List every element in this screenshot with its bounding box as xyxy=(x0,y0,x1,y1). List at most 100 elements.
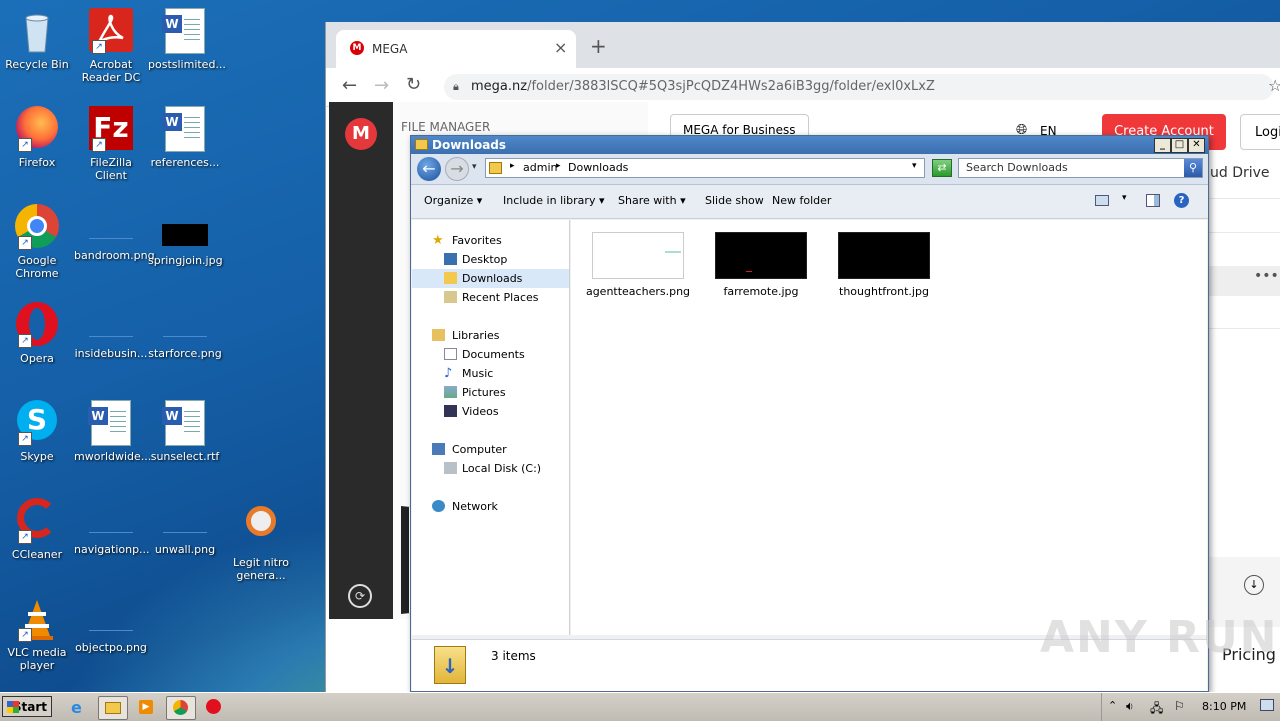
nav-downloads[interactable]: Downloads xyxy=(412,269,569,288)
url-field[interactable]: 🔒︎ mega.nz/folder/3883lSCQ#5Q3sjPcQDZ4HW… xyxy=(444,74,1274,100)
maximize-icon[interactable]: □ xyxy=(1171,138,1188,153)
close-icon[interactable]: ✕ xyxy=(1188,138,1205,153)
preview-pane-icon[interactable] xyxy=(1146,194,1160,207)
mega-logo-icon[interactable]: M xyxy=(345,118,377,150)
refresh-icon[interactable]: ⇄ xyxy=(932,159,952,177)
desktop-icon-skype[interactable]: S ↗ Skype xyxy=(0,400,74,463)
taskbar: Start e ▶ ⌃ 🔉︎ 🖧 ⚐ 8:10 PM xyxy=(0,692,1280,721)
explorer-taskbar-icon[interactable] xyxy=(98,696,128,720)
sync-icon[interactable]: ⟳ xyxy=(348,584,372,608)
nav-videos[interactable]: Videos xyxy=(412,402,569,421)
network-tray-icon[interactable]: 🖧 xyxy=(1150,699,1163,720)
bookmark-star-icon[interactable]: ☆ xyxy=(1268,76,1280,95)
nav-documents[interactable]: Documents xyxy=(412,345,569,364)
login-button[interactable]: Login xyxy=(1240,114,1280,150)
nav-music[interactable]: ♪ Music xyxy=(412,364,569,383)
desktop-icon-label: starforce.png xyxy=(148,347,222,360)
file-thumbnail xyxy=(592,232,684,279)
desktop-icon-springjoin[interactable]: springjoin.jpg xyxy=(148,204,223,267)
clock[interactable]: 8:10 PM xyxy=(1202,700,1246,713)
search-input[interactable]: Search Downloads ⚲ xyxy=(958,158,1203,178)
nav-pictures[interactable]: Pictures xyxy=(412,383,569,402)
chevron-down-icon[interactable]: ▾ xyxy=(912,161,917,171)
desktop-icon-bandroom[interactable]: bandroom.png xyxy=(74,204,155,262)
desktop-icon-unwall[interactable]: unwall.png xyxy=(148,498,222,556)
file-item-farremote[interactable]: farremote.jpg xyxy=(706,232,816,298)
back-arrow-icon[interactable]: ← xyxy=(417,157,441,181)
desktop-icon-sunselect[interactable]: W sunselect.rtf xyxy=(148,400,222,463)
desktop-icon-label: unwall.png xyxy=(154,543,216,556)
slide-show-button[interactable]: Slide show xyxy=(705,194,764,207)
help-icon[interactable]: ? xyxy=(1174,193,1189,208)
recent-pages-chevron-icon[interactable]: ▾ xyxy=(472,162,477,172)
opera-taskbar-icon[interactable] xyxy=(200,696,228,718)
breadcrumb-item-admin[interactable]: admin xyxy=(523,161,557,174)
forward-arrow-icon[interactable]: → xyxy=(445,157,469,181)
minimize-icon[interactable]: _ xyxy=(1154,138,1171,153)
shortcut-arrow-icon: ↗ xyxy=(18,138,32,152)
tab-mega[interactable]: M MEGA × xyxy=(336,30,576,68)
desktop-icon-legit-nitro[interactable]: Legit nitro genera... xyxy=(224,498,298,582)
desktop-icon-ccleaner[interactable]: ↗ CCleaner xyxy=(0,498,74,561)
nav-libraries[interactable]: Libraries xyxy=(412,326,569,345)
nav-computer[interactable]: Computer xyxy=(412,440,569,459)
start-button[interactable]: Start xyxy=(2,696,52,717)
nav-network[interactable]: Network xyxy=(412,497,569,516)
share-with-menu[interactable]: Share with ▾ xyxy=(618,194,686,207)
view-options-icon[interactable] xyxy=(1095,195,1109,206)
desktop-icon-opera[interactable]: ↗ Opera xyxy=(0,302,74,365)
chevron-right-icon[interactable]: ▸ xyxy=(556,161,561,171)
new-tab-icon[interactable]: + xyxy=(590,34,607,58)
media-player-icon[interactable]: ▶ xyxy=(132,696,160,718)
cloud-drive-label: ud Drive xyxy=(1210,165,1270,181)
download-circle-icon[interactable]: ↓ xyxy=(1244,575,1264,595)
desktop-icon-objectpo[interactable]: objectpo.png xyxy=(74,596,148,654)
nav-desktop[interactable]: Desktop xyxy=(412,250,569,269)
desktop-icon-chrome[interactable]: ↗ Google Chrome xyxy=(0,204,74,280)
desktop-icon-recycle-bin[interactable]: Recycle Bin xyxy=(0,8,74,71)
action-center-flag-icon[interactable]: ⚐ xyxy=(1174,699,1185,713)
chrome-taskbar-icon[interactable] xyxy=(166,696,196,720)
breadcrumb[interactable]: ▸ admin ▸ Downloads ▾ xyxy=(485,158,925,178)
close-tab-icon[interactable]: × xyxy=(554,38,567,57)
reload-icon[interactable]: ↻ xyxy=(406,74,421,95)
new-folder-button[interactable]: New folder xyxy=(772,194,831,207)
breadcrumb-item-downloads[interactable]: Downloads xyxy=(568,161,628,174)
desktop-icon-postslimited[interactable]: W postslimited... xyxy=(148,8,226,71)
show-hidden-icons-icon[interactable]: ⌃ xyxy=(1108,699,1117,712)
file-item-thoughtfront[interactable]: thoughtfront.jpg xyxy=(829,232,939,298)
explorer-titlebar[interactable]: Downloads _ □ ✕ xyxy=(411,136,1208,154)
desktop-icon-mworldwide[interactable]: W mworldwide... xyxy=(74,400,151,463)
organize-label: Organize xyxy=(424,194,474,207)
volume-icon[interactable]: 🔉︎ xyxy=(1126,699,1134,714)
desktop-icon-insidebusin[interactable]: insidebusin... xyxy=(74,302,148,360)
nav-local-disk[interactable]: Local Disk (C:) xyxy=(412,459,569,478)
chevron-right-icon[interactable]: ▸ xyxy=(510,161,515,171)
search-icon[interactable]: ⚲ xyxy=(1184,159,1202,177)
desktop-icon-filezilla[interactable]: Fz ↗ FileZilla Client xyxy=(74,106,148,182)
show-desktop-icon[interactable] xyxy=(1260,699,1274,711)
nav-label: Downloads xyxy=(462,272,523,285)
desktop-icon-navigationp[interactable]: navigationp... xyxy=(74,498,150,556)
nav-recent-places[interactable]: Recent Places xyxy=(412,288,569,307)
nav-label: Network xyxy=(452,500,498,513)
organize-menu[interactable]: Organize ▾ xyxy=(424,194,482,207)
nav-favorites[interactable]: ★ Favorites xyxy=(412,231,569,250)
include-in-library-menu[interactable]: Include in library ▾ xyxy=(503,194,604,207)
chevron-down-icon[interactable]: ▾ xyxy=(1122,193,1127,203)
opera-icon: ↗ xyxy=(14,302,60,348)
desktop-icon-vlc[interactable]: ↗ VLC media player xyxy=(0,596,74,672)
back-arrow-icon[interactable]: ← xyxy=(342,75,357,96)
desktop-icon-label: Opera xyxy=(20,352,54,365)
internet-explorer-icon[interactable]: e xyxy=(66,696,94,718)
desktop-icon-firefox[interactable]: ↗ Firefox xyxy=(0,106,74,169)
file-item-agentteachers[interactable]: agentteachers.png xyxy=(583,232,693,298)
more-options-icon[interactable]: ••• xyxy=(1254,268,1279,284)
desktop-icon-starforce[interactable]: starforce.png xyxy=(148,302,222,360)
desktop-icon-acrobat[interactable]: ↗ Acrobat Reader DC xyxy=(74,8,148,84)
desktop-icon-references[interactable]: W references... xyxy=(148,106,222,169)
shortcut-arrow-icon: ↗ xyxy=(92,138,106,152)
forward-arrow-icon[interactable]: → xyxy=(374,75,389,96)
desktop-icon-label: Skype xyxy=(20,450,54,463)
documents-icon xyxy=(444,348,457,360)
